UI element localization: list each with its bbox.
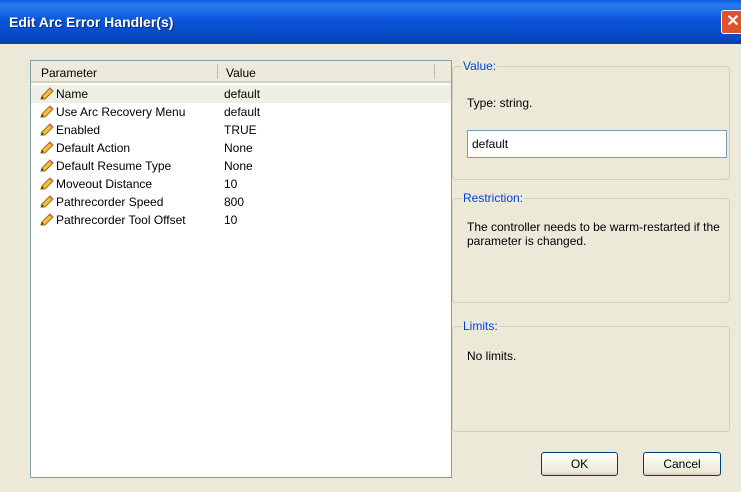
list-item[interactable]: Default Resume Type None	[31, 157, 451, 175]
pencil-icon	[39, 213, 55, 227]
parameter-list[interactable]: Parameter Value Name default Use Arc Recov…	[30, 60, 452, 478]
pencil-icon	[39, 195, 55, 209]
list-item[interactable]: Pathrecorder Tool Offset 10	[31, 211, 451, 229]
pencil-icon	[39, 159, 55, 173]
pencil-icon	[39, 141, 55, 155]
parameter-value: default	[224, 105, 261, 119]
window-title: Edit Arc Error Handler(s)	[9, 14, 174, 30]
close-button[interactable]: ✕	[721, 10, 741, 34]
pencil-icon	[39, 105, 55, 119]
value-type-text: Type: string.	[467, 96, 533, 110]
limits-text: No limits.	[467, 349, 517, 363]
value-group-label: Value:	[462, 59, 498, 73]
parameter-name: Moveout Distance	[56, 177, 153, 191]
list-item[interactable]: Enabled TRUE	[31, 121, 451, 139]
parameter-name: Enabled	[56, 123, 101, 137]
parameter-name: Name	[56, 87, 89, 101]
parameter-value: None	[224, 141, 253, 155]
restriction-group-label: Restriction:	[462, 191, 525, 205]
pencil-icon	[39, 87, 55, 101]
list-item[interactable]: Pathrecorder Speed 800	[31, 193, 451, 211]
parameter-name: Default Action	[56, 141, 131, 155]
parameter-value: 800	[224, 195, 245, 209]
parameter-value: None	[224, 159, 253, 173]
dialog-window: Edit Arc Error Handler(s) ✕ Parameter Va…	[0, 0, 741, 492]
column-divider[interactable]	[217, 64, 218, 79]
parameter-name: Default Resume Type	[56, 159, 172, 173]
list-item[interactable]: Name default	[31, 85, 451, 103]
title-bar[interactable]: Edit Arc Error Handler(s) ✕	[0, 0, 741, 44]
value-input[interactable]: default	[467, 130, 727, 158]
parameter-value: default	[224, 87, 261, 101]
list-item[interactable]: Default Action None	[31, 139, 451, 157]
restriction-group: Restriction: The controller needs to be …	[452, 191, 730, 303]
limits-group: Limits: No limits.	[452, 319, 730, 432]
cancel-button[interactable]: Cancel	[643, 452, 721, 476]
ok-button[interactable]: OK	[541, 452, 618, 476]
parameter-value: 10	[224, 213, 238, 227]
list-item[interactable]: Moveout Distance 10	[31, 175, 451, 193]
parameter-value: TRUE	[224, 123, 257, 137]
column-header-value[interactable]: Value	[226, 66, 256, 80]
parameter-name: Pathrecorder Speed	[56, 195, 164, 209]
pencil-icon	[39, 177, 55, 191]
column-header-parameter[interactable]: Parameter	[41, 66, 97, 80]
pencil-icon	[39, 123, 55, 137]
list-header: Parameter Value	[31, 61, 451, 83]
dialog-body: Parameter Value Name default Use Arc Recov…	[10, 44, 741, 492]
limits-group-label: Limits:	[462, 319, 499, 333]
list-item[interactable]: Use Arc Recovery Menu default	[31, 103, 451, 121]
parameter-name: Use Arc Recovery Menu	[56, 105, 186, 119]
column-divider	[434, 64, 435, 79]
parameter-name: Pathrecorder Tool Offset	[56, 213, 186, 227]
close-icon: ✕	[726, 13, 740, 30]
restriction-text: The controller needs to be warm-restarte…	[467, 220, 720, 248]
parameter-value: 10	[224, 177, 238, 191]
value-group: Value: Type: string. default	[452, 59, 730, 180]
